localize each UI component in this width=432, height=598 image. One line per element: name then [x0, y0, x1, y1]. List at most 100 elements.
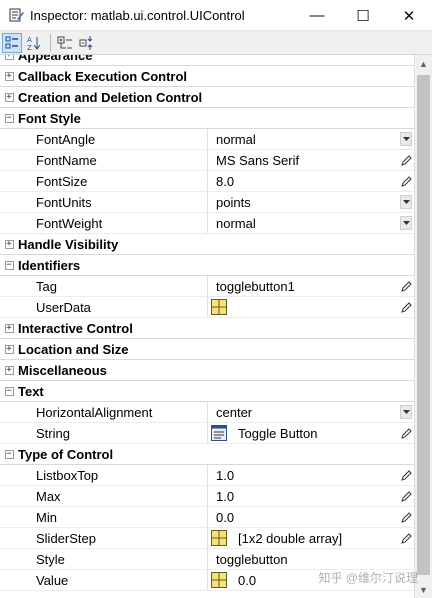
- property-row-min[interactable]: Min 0.0: [0, 507, 414, 528]
- property-value: center: [216, 404, 253, 420]
- pencil-edit-icon[interactable]: [400, 468, 412, 482]
- property-row-string[interactable]: String Toggle Button: [0, 423, 414, 444]
- collapse-all-button[interactable]: [77, 33, 97, 53]
- property-name: Style: [18, 549, 208, 569]
- expand-icon[interactable]: +: [0, 318, 18, 338]
- property-value-dropdown[interactable]: normal: [208, 129, 414, 149]
- property-row-fontunits[interactable]: FontUnits points: [0, 192, 414, 213]
- collapse-icon[interactable]: −: [0, 255, 18, 275]
- pencil-edit-icon[interactable]: [400, 489, 412, 503]
- collapse-icon[interactable]: −: [0, 381, 18, 401]
- pencil-edit-icon[interactable]: [400, 300, 412, 314]
- property-value-field[interactable]: togglebutton1: [208, 276, 414, 296]
- dropdown-arrow-icon[interactable]: [400, 132, 412, 146]
- pencil-edit-icon[interactable]: [400, 279, 412, 293]
- property-row-fontsize[interactable]: FontSize 8.0: [0, 171, 414, 192]
- category-label: Identifiers: [18, 257, 81, 273]
- category-interactive-control[interactable]: + Interactive Control: [0, 318, 414, 339]
- category-creation-deletion-control[interactable]: + Creation and Deletion Control: [0, 87, 414, 108]
- expand-all-button[interactable]: [55, 33, 75, 53]
- array-editor-icon[interactable]: [208, 297, 230, 317]
- alphabetical-sort-button[interactable]: AZ: [24, 33, 44, 53]
- property-row-sliderstep[interactable]: SliderStep [1x2 double array]: [0, 528, 414, 549]
- collapse-icon[interactable]: −: [0, 108, 18, 128]
- category-appearance[interactable]: + Appearance: [0, 55, 414, 66]
- expand-icon[interactable]: +: [0, 55, 18, 65]
- property-value-field[interactable]: [208, 297, 414, 317]
- category-label: Creation and Deletion Control: [18, 89, 203, 105]
- scroll-up-icon[interactable]: ▲: [415, 55, 432, 72]
- close-button[interactable]: ✕: [386, 0, 432, 31]
- category-label: Interactive Control: [18, 320, 133, 336]
- property-value: 0.0: [216, 509, 235, 525]
- property-row-tag[interactable]: Tag togglebutton1: [0, 276, 414, 297]
- property-value-field[interactable]: 0.0: [208, 507, 414, 527]
- expand-icon[interactable]: +: [0, 87, 18, 107]
- array-editor-icon[interactable]: [208, 528, 230, 548]
- array-editor-icon[interactable]: [208, 570, 230, 590]
- minimize-button[interactable]: —: [294, 0, 340, 31]
- category-handle-visibility[interactable]: + Handle Visibility: [0, 234, 414, 255]
- property-value-dropdown[interactable]: points: [208, 192, 414, 212]
- property-value-field[interactable]: 8.0: [208, 171, 414, 191]
- pencil-edit-icon[interactable]: [400, 174, 412, 188]
- minimize-icon: —: [309, 7, 325, 24]
- category-identifiers[interactable]: − Identifiers: [0, 255, 414, 276]
- category-callback-execution-control[interactable]: + Callback Execution Control: [0, 66, 414, 87]
- pencil-edit-icon[interactable]: [400, 531, 412, 545]
- property-value-dropdown[interactable]: normal: [208, 213, 414, 233]
- close-icon: ✕: [402, 7, 416, 25]
- pencil-edit-icon[interactable]: [400, 426, 412, 440]
- property-value-field[interactable]: MS Sans Serif: [208, 150, 414, 170]
- vertical-scrollbar[interactable]: ▲ ▼: [414, 55, 432, 598]
- property-row-horizontalalignment[interactable]: HorizontalAlignment center: [0, 402, 414, 423]
- category-font-style[interactable]: − Font Style: [0, 108, 414, 129]
- property-value-field[interactable]: 1.0: [208, 486, 414, 506]
- property-row-max[interactable]: Max 1.0: [0, 486, 414, 507]
- text-editor-icon[interactable]: [208, 423, 230, 443]
- expand-icon[interactable]: +: [0, 360, 18, 380]
- category-label: Text: [18, 383, 44, 399]
- scrollbar-thumb[interactable]: [417, 75, 430, 575]
- dropdown-arrow-icon[interactable]: [400, 195, 412, 209]
- property-name: Tag: [18, 276, 208, 296]
- categorized-view-button[interactable]: [2, 32, 22, 53]
- property-row-fontweight[interactable]: FontWeight normal: [0, 213, 414, 234]
- pencil-edit-icon[interactable]: [400, 510, 412, 524]
- expand-icon[interactable]: +: [0, 66, 18, 86]
- property-name: SliderStep: [18, 528, 208, 548]
- category-label: Font Style: [18, 110, 81, 126]
- dropdown-arrow-icon[interactable]: [400, 405, 412, 419]
- property-value: 1.0: [216, 488, 235, 504]
- category-label: Callback Execution Control: [18, 68, 188, 84]
- window-title: Inspector: matlab.ui.control.UIControl: [30, 7, 245, 23]
- property-name: FontSize: [18, 171, 208, 191]
- property-row-fontname[interactable]: FontName MS Sans Serif: [0, 150, 414, 171]
- maximize-button[interactable]: ☐: [340, 0, 386, 31]
- expand-icon[interactable]: +: [0, 339, 18, 359]
- inspector-app-icon: [9, 7, 25, 23]
- property-name: HorizontalAlignment: [18, 402, 208, 422]
- expand-icon[interactable]: +: [0, 234, 18, 254]
- property-value-dropdown[interactable]: togglebutton: [208, 549, 414, 569]
- toolbar-separator: [50, 33, 51, 52]
- pencil-edit-icon[interactable]: [400, 153, 412, 167]
- dropdown-arrow-icon[interactable]: [400, 216, 412, 230]
- property-row-userdata[interactable]: UserData: [0, 297, 414, 318]
- property-row-fontangle[interactable]: FontAngle normal: [0, 129, 414, 150]
- collapse-icon[interactable]: −: [0, 444, 18, 464]
- property-value: togglebutton: [216, 551, 288, 567]
- property-value-field[interactable]: 1.0: [208, 465, 414, 485]
- property-name: FontUnits: [18, 192, 208, 212]
- property-value-field[interactable]: Toggle Button: [208, 423, 414, 443]
- category-text[interactable]: − Text: [0, 381, 414, 402]
- category-type-of-control[interactable]: − Type of Control: [0, 444, 414, 465]
- property-value-dropdown[interactable]: center: [208, 402, 414, 422]
- property-value-field[interactable]: [1x2 double array]: [208, 528, 414, 548]
- category-location-and-size[interactable]: + Location and Size: [0, 339, 414, 360]
- property-row-style[interactable]: Style togglebutton: [0, 549, 414, 570]
- property-row-listboxtop[interactable]: ListboxTop 1.0: [0, 465, 414, 486]
- maximize-icon: ☐: [356, 7, 370, 25]
- category-miscellaneous[interactable]: + Miscellaneous: [0, 360, 414, 381]
- property-name: Value: [18, 570, 208, 590]
